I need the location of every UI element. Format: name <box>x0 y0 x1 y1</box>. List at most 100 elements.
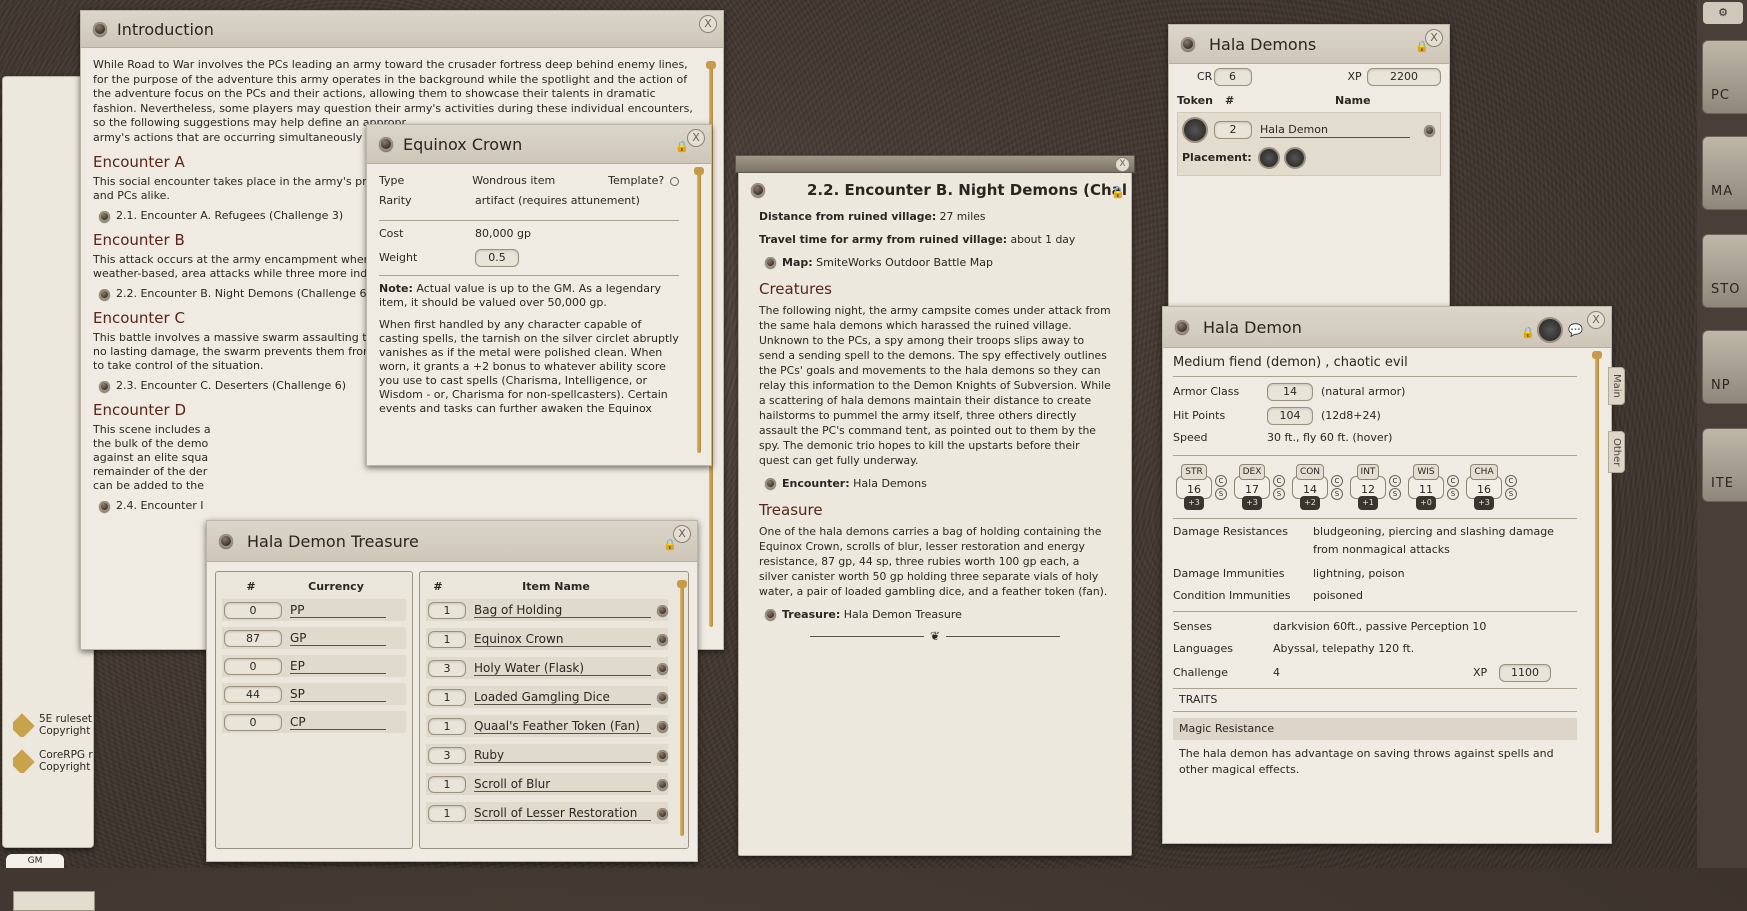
dock-top-button[interactable]: ⚙ <box>1703 2 1743 24</box>
item-count[interactable]: 1 <box>428 775 466 793</box>
check-toggle-icon[interactable]: C <box>1215 474 1227 487</box>
item-name[interactable]: Holy Water (Flask) <box>474 661 651 676</box>
currency-name[interactable]: PP <box>290 603 386 618</box>
tab-other[interactable]: Other <box>1608 431 1625 474</box>
npc-xp-field[interactable]: 1100 <box>1499 664 1551 682</box>
item-count[interactable]: 1 <box>428 630 466 648</box>
scrollbar[interactable] <box>694 167 704 453</box>
currency-amount[interactable]: 44 <box>224 685 282 703</box>
token-icon[interactable] <box>1182 117 1208 143</box>
currency-row[interactable]: 0 PP <box>222 599 406 621</box>
currency-amount[interactable]: 87 <box>224 629 282 647</box>
count-field[interactable]: 2 <box>1214 121 1252 139</box>
item-row[interactable]: 1 Equinox Crown <box>426 628 668 650</box>
ruleset-item-core[interactable]: CoreRPG ruleset v3.2.1 for Fa Copyright … <box>13 749 93 773</box>
lock-icon[interactable]: 🔒 <box>1111 187 1125 199</box>
placement-token-icon[interactable] <box>1283 147 1306 169</box>
item-row[interactable]: 1 Scroll of Blur <box>426 773 668 795</box>
link-encounter-d[interactable]: 2.4. Encounter I <box>99 499 693 513</box>
save-toggle-icon[interactable]: S <box>1505 487 1517 500</box>
token-icon[interactable] <box>1537 317 1563 343</box>
hp-field[interactable]: 104 <box>1267 407 1313 425</box>
ruleset-item-5e[interactable]: 5E ruleset v3.2.1 for Fantasy G Copyrigh… <box>13 713 93 737</box>
dock-button-pc[interactable]: PC <box>1702 40 1747 114</box>
close-icon[interactable]: X <box>1115 157 1130 172</box>
item-row[interactable]: 1 Loaded Gamgling Dice <box>426 686 668 708</box>
currency-name[interactable]: EP <box>290 659 386 674</box>
item-count[interactable]: 3 <box>428 659 466 677</box>
close-icon[interactable]: X <box>1425 29 1443 47</box>
link-treasure[interactable]: Treasure: Hala Demon Treasure <box>765 607 1111 622</box>
lock-icon[interactable]: 🔒 <box>1521 327 1535 339</box>
currency-amount[interactable]: 0 <box>224 601 282 619</box>
treasure-titlebar[interactable]: Hala Demon Treasure 🔒 X <box>207 521 697 562</box>
check-toggle-icon[interactable]: C <box>1331 474 1343 487</box>
item-count[interactable]: 1 <box>428 688 466 706</box>
check-toggle-icon[interactable]: C <box>1389 474 1401 487</box>
currency-amount[interactable]: 0 <box>224 657 282 675</box>
currency-row[interactable]: 44 SP <box>222 683 406 705</box>
item-row[interactable]: 1 Quaal's Feather Token (Fan) <box>426 715 668 737</box>
npc-name[interactable]: Hala Demon <box>1260 123 1410 138</box>
save-toggle-icon[interactable]: S <box>1331 487 1343 500</box>
encounter-b-window[interactable]: X 2.2. Encounter B. Night Demons (Chal 🔒… <box>735 155 1135 856</box>
item-name[interactable]: Ruby <box>474 748 651 763</box>
item-name[interactable]: Quaal's Feather Token (Fan) <box>474 719 651 734</box>
item-name[interactable]: Bag of Holding <box>474 603 651 618</box>
check-toggle-icon[interactable]: C <box>1273 474 1285 487</box>
item-count[interactable]: 3 <box>428 746 466 764</box>
scrollbar[interactable] <box>677 580 687 836</box>
item-link-icon[interactable] <box>657 633 668 645</box>
npc-link-icon[interactable] <box>1424 124 1435 136</box>
item-row[interactable]: 1 Scroll of Lesser Restoration <box>426 802 668 824</box>
equinox-crown-window[interactable]: Equinox Crown 🔒 X Type Wondrous item Tem… <box>366 124 712 466</box>
close-icon[interactable]: X <box>699 15 717 33</box>
dock-button-sto[interactable]: STO <box>1702 234 1747 308</box>
save-toggle-icon[interactable]: S <box>1215 487 1227 500</box>
item-link-icon[interactable] <box>657 662 668 674</box>
hala-demon-window[interactable]: Hala Demon 🔒 💬 X Main Other Medium fiend… <box>1162 306 1625 844</box>
dock-button-np[interactable]: NP <box>1702 330 1747 404</box>
ac-field[interactable]: 14 <box>1267 383 1313 401</box>
item-row[interactable]: 1 Bag of Holding <box>426 599 668 621</box>
chat-bubble-icon[interactable]: 💬 <box>1568 323 1583 337</box>
item-link-icon[interactable] <box>657 778 668 790</box>
tab-main[interactable]: Main <box>1608 367 1625 405</box>
hala-demon-titlebar[interactable]: Hala Demon 🔒 💬 X <box>1163 307 1611 348</box>
dock-button-ma[interactable]: MA <box>1702 136 1747 210</box>
currency-row[interactable]: 0 EP <box>222 655 406 677</box>
item-link-icon[interactable] <box>657 720 668 732</box>
item-count[interactable]: 1 <box>428 717 466 735</box>
item-name[interactable]: Scroll of Lesser Restoration <box>474 806 651 821</box>
currency-row[interactable]: 0 CP <box>222 711 406 733</box>
item-name[interactable]: Scroll of Blur <box>474 777 651 792</box>
chat-input[interactable] <box>13 891 95 911</box>
item-link-icon[interactable] <box>657 604 668 616</box>
item-row[interactable]: 3 Ruby <box>426 744 668 766</box>
item-name[interactable]: Equinox Crown <box>474 632 651 647</box>
save-toggle-icon[interactable]: S <box>1389 487 1401 500</box>
link-map[interactable]: Map: SmiteWorks Outdoor Battle Map <box>765 255 1111 270</box>
close-icon[interactable]: X <box>687 129 705 147</box>
item-name[interactable]: Loaded Gamgling Dice <box>474 690 651 705</box>
item-link-icon[interactable] <box>657 749 668 761</box>
link-encounter[interactable]: Encounter: Hala Demons <box>765 476 1111 491</box>
placement-token-icon[interactable] <box>1257 147 1280 169</box>
item-count[interactable]: 1 <box>428 804 466 822</box>
currency-name[interactable]: SP <box>290 687 386 702</box>
npc-row[interactable]: 2 Hala Demon Placement: <box>1177 112 1441 176</box>
weight-field[interactable]: 0.5 <box>475 249 519 267</box>
xp-field[interactable]: 2200 <box>1367 68 1441 86</box>
currency-row[interactable]: 87 GP <box>222 627 406 649</box>
close-icon[interactable]: X <box>1587 311 1605 329</box>
currency-amount[interactable]: 0 <box>224 713 282 731</box>
trait-name[interactable]: Magic Resistance <box>1173 718 1577 740</box>
currency-name[interactable]: GP <box>290 631 386 646</box>
treasure-window[interactable]: Hala Demon Treasure 🔒 X # Currency 0 PP 87… <box>206 520 698 862</box>
lock-icon[interactable]: 🔒 <box>675 141 689 153</box>
item-count[interactable]: 1 <box>428 601 466 619</box>
lock-icon[interactable]: 🔒 <box>663 539 677 551</box>
save-toggle-icon[interactable]: S <box>1447 487 1459 500</box>
check-toggle-icon[interactable]: C <box>1447 474 1459 487</box>
lock-icon[interactable]: 🔒 <box>1415 41 1429 53</box>
